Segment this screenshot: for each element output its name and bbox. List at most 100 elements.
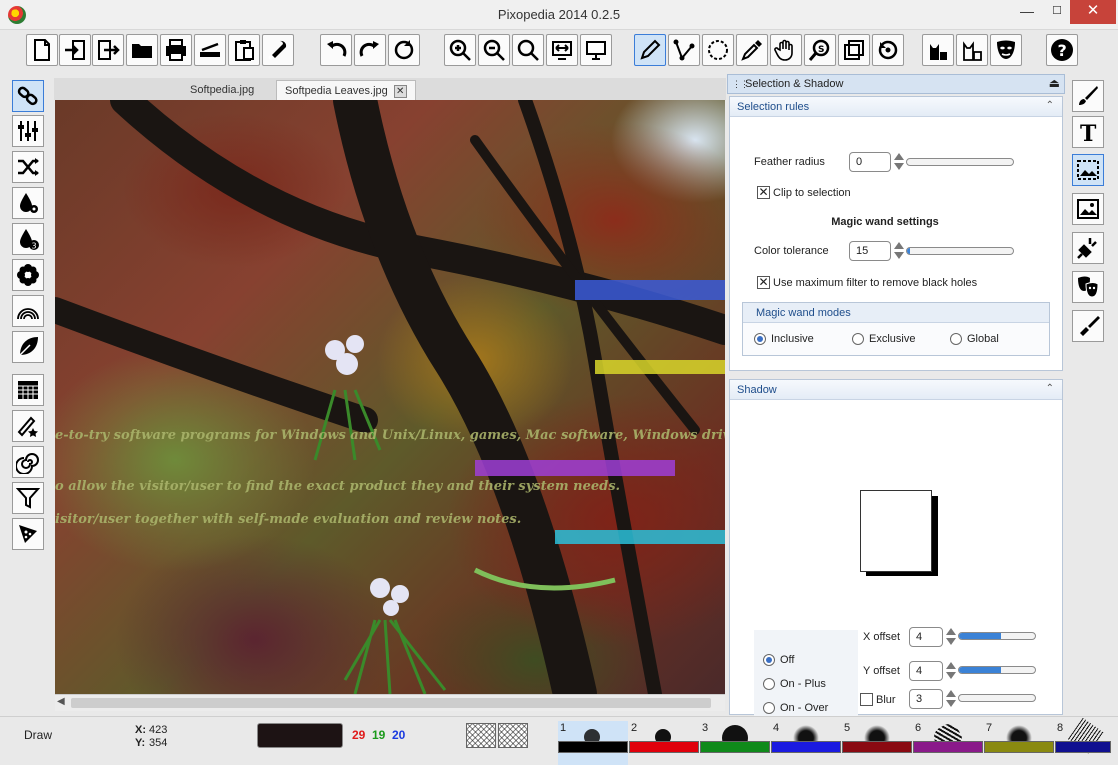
selection-shadow-panel-button[interactable] bbox=[1072, 154, 1104, 186]
x-offset-spinner[interactable] bbox=[946, 627, 956, 647]
brush-swatch[interactable]: 8 bbox=[1055, 717, 1111, 765]
brush-swatch[interactable]: 7 bbox=[984, 721, 1054, 765]
y-offset-input[interactable]: 4 bbox=[909, 661, 943, 681]
drop-settings-button[interactable] bbox=[12, 187, 44, 219]
pan-tool-button[interactable] bbox=[770, 34, 802, 66]
minimize-button[interactable]: — bbox=[1010, 0, 1044, 24]
brush-swatch[interactable]: 2 bbox=[629, 721, 699, 765]
drop-3-button[interactable]: 3 bbox=[12, 223, 44, 255]
filter-tool-button[interactable] bbox=[12, 482, 44, 514]
zoom-in-button[interactable] bbox=[444, 34, 476, 66]
x-offset-input[interactable]: 4 bbox=[909, 627, 943, 647]
open-folder-button[interactable] bbox=[126, 34, 158, 66]
brush-swatch[interactable]: 1 bbox=[558, 721, 628, 765]
pattern-swatch[interactable] bbox=[498, 723, 528, 748]
main-toolbar: S ? bbox=[0, 30, 1118, 72]
shadow-on-plus-radio[interactable] bbox=[763, 678, 775, 690]
max-filter-checkbox[interactable]: ✕ bbox=[757, 276, 770, 289]
collapse-chevron-icon[interactable]: ⌃ bbox=[1046, 100, 1054, 111]
tab-softpedia-jpg[interactable]: Softpedia.jpg bbox=[182, 80, 262, 100]
leaf-tool-button[interactable] bbox=[12, 331, 44, 363]
cat-outline-filter-button[interactable] bbox=[956, 34, 988, 66]
mode-exclusive-radio[interactable] bbox=[852, 333, 864, 345]
close-tab-icon[interactable]: ✕ bbox=[393, 84, 407, 98]
color-tolerance-input[interactable]: 15 bbox=[849, 241, 891, 261]
clipboard-button[interactable] bbox=[228, 34, 260, 66]
blur-spinner[interactable] bbox=[946, 689, 956, 709]
y-offset-slider[interactable] bbox=[958, 666, 1036, 674]
zoom-out-button[interactable] bbox=[478, 34, 510, 66]
blur-checkbox[interactable] bbox=[860, 693, 873, 706]
scrollbar-thumb[interactable] bbox=[71, 698, 711, 708]
text-panel-button[interactable]: T bbox=[1072, 116, 1104, 148]
new-file-button[interactable] bbox=[26, 34, 58, 66]
adjust-tool-button[interactable] bbox=[12, 115, 44, 147]
fullscreen-button[interactable] bbox=[580, 34, 612, 66]
redo-button[interactable] bbox=[354, 34, 386, 66]
zoom-button[interactable] bbox=[512, 34, 544, 66]
plugins-panel-button[interactable] bbox=[1072, 232, 1104, 264]
x-offset-slider[interactable] bbox=[958, 632, 1036, 640]
import-button[interactable] bbox=[59, 34, 91, 66]
grid-tool-button[interactable] bbox=[12, 374, 44, 406]
shuffle-tool-button[interactable] bbox=[12, 151, 44, 183]
maximize-button[interactable]: ☐ bbox=[1040, 0, 1074, 24]
feather-radius-input[interactable]: 0 bbox=[849, 152, 891, 172]
help-button[interactable]: ? bbox=[1046, 34, 1078, 66]
settings-button[interactable] bbox=[262, 34, 294, 66]
cat-filter-button[interactable] bbox=[922, 34, 954, 66]
panel-collapse-icon[interactable]: ⏏ bbox=[1049, 76, 1060, 90]
eyedropper-button[interactable] bbox=[736, 34, 768, 66]
clip-to-selection-checkbox[interactable]: ✕ bbox=[757, 186, 770, 199]
shadow-on-over-radio[interactable] bbox=[763, 702, 775, 714]
crop-tool-button[interactable] bbox=[838, 34, 870, 66]
flower-tool-button[interactable] bbox=[12, 259, 44, 291]
collapse-chevron-icon[interactable]: ⌃ bbox=[1046, 383, 1054, 394]
rainbow-tool-button[interactable] bbox=[12, 295, 44, 327]
image-icon bbox=[1077, 199, 1099, 219]
mode-inclusive-radio[interactable] bbox=[754, 333, 766, 345]
brush-swatch[interactable]: 6 bbox=[913, 720, 983, 765]
blur-input[interactable]: 3 bbox=[909, 689, 943, 709]
image-canvas[interactable]: e-to-try software programs for Windows a… bbox=[55, 100, 725, 694]
brush-swatch[interactable]: 4 bbox=[771, 721, 841, 765]
pizza-tool-button[interactable] bbox=[12, 518, 44, 550]
color-tolerance-slider[interactable] bbox=[906, 247, 1014, 255]
draw-tool-button[interactable] bbox=[634, 34, 666, 66]
export-button[interactable] bbox=[92, 34, 124, 66]
paint-panel-button[interactable] bbox=[1072, 310, 1104, 342]
scroll-left-icon[interactable]: ◀ bbox=[57, 696, 65, 707]
brush-panel-button[interactable] bbox=[1072, 80, 1104, 112]
masks-panel-button[interactable] bbox=[1072, 271, 1104, 303]
close-window-button[interactable]: ✕ bbox=[1070, 0, 1116, 24]
refresh-button[interactable] bbox=[388, 34, 420, 66]
shadow-off-radio[interactable] bbox=[763, 654, 775, 666]
rotate-button[interactable] bbox=[872, 34, 904, 66]
path-tool-button[interactable] bbox=[668, 34, 700, 66]
pattern-swatch[interactable] bbox=[466, 723, 496, 748]
scan-button[interactable] bbox=[194, 34, 226, 66]
selection-tool-button[interactable] bbox=[702, 34, 734, 66]
selection-rules-header[interactable]: Selection rules ⌃ bbox=[730, 97, 1062, 117]
current-color-swatch[interactable] bbox=[257, 723, 343, 748]
image-panel-button[interactable] bbox=[1072, 193, 1104, 225]
y-offset-spinner[interactable] bbox=[946, 661, 956, 681]
color-tolerance-spinner[interactable] bbox=[894, 241, 904, 261]
shadow-header[interactable]: Shadow ⌃ bbox=[730, 380, 1062, 400]
feather-radius-spinner[interactable] bbox=[894, 152, 904, 172]
softpedia-zoom-button[interactable]: S bbox=[804, 34, 836, 66]
feather-radius-slider[interactable] bbox=[906, 158, 1014, 166]
undo-button[interactable] bbox=[320, 34, 352, 66]
mode-global-radio[interactable] bbox=[950, 333, 962, 345]
print-button[interactable] bbox=[160, 34, 192, 66]
star-brush-button[interactable] bbox=[12, 410, 44, 442]
mask-filter-button[interactable] bbox=[990, 34, 1022, 66]
spiral-tool-button[interactable] bbox=[12, 446, 44, 478]
link-tool-button[interactable] bbox=[12, 80, 44, 112]
horizontal-scrollbar[interactable]: ◀ bbox=[55, 694, 725, 711]
brush-swatch[interactable]: 3 bbox=[700, 721, 770, 765]
blur-slider[interactable] bbox=[958, 694, 1036, 702]
tab-softpedia-leaves-jpg[interactable]: Softpedia Leaves.jpg ✕ bbox=[276, 80, 416, 100]
brush-swatch[interactable]: 5 bbox=[842, 721, 912, 765]
fit-to-window-button[interactable] bbox=[546, 34, 578, 66]
